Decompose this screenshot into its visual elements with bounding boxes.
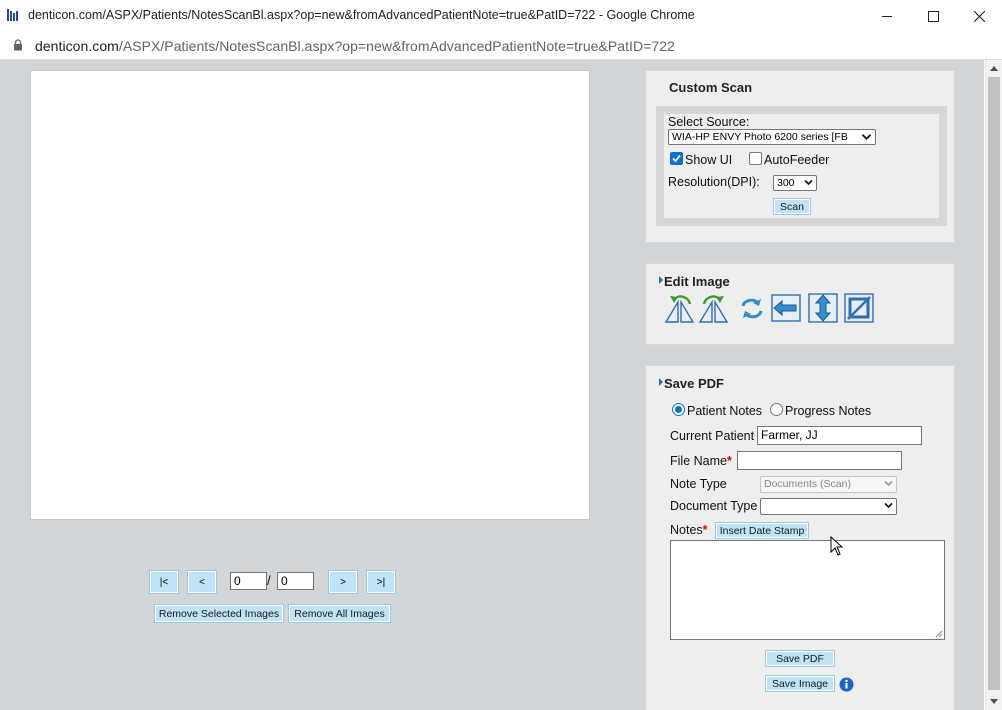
checkmark-icon (672, 154, 681, 163)
notes-label-text: Notes (670, 523, 703, 537)
current-patient-field[interactable]: Farmer, JJ (757, 426, 922, 445)
notes-textarea[interactable] (670, 540, 945, 640)
required-marker: * (702, 523, 708, 537)
scan-settings-box: Select Source: WIA-HP ENVY Photo 6200 se… (656, 106, 947, 226)
previous-page-button[interactable]: < (187, 570, 217, 594)
show-ui-label: Show UI (685, 153, 733, 167)
file-name-label-text: File Name (670, 454, 727, 468)
resize-grip-icon (935, 630, 943, 638)
maximize-button[interactable] (910, 0, 956, 32)
current-page-input[interactable]: 0 (230, 572, 267, 590)
chevron-down-icon (861, 133, 872, 141)
source-select-value: WIA-HP ENVY Photo 6200 series [FB (672, 131, 848, 143)
insert-date-stamp-button[interactable]: Insert Date Stamp (715, 522, 809, 539)
vertical-scrollbar[interactable] (985, 60, 1002, 710)
window-titlebar: denticon.com/ASPX/Patients/NotesScanBl.a… (0, 0, 1002, 32)
current-patient-label: Current Patient (670, 429, 755, 443)
rotate-left-icon[interactable] (664, 292, 696, 324)
progress-notes-radio[interactable] (770, 403, 783, 416)
next-page-button[interactable]: > (328, 570, 358, 594)
edit-image-title: Edit Image (664, 274, 730, 289)
resolution-select-value: 300 (777, 177, 795, 189)
first-page-button[interactable]: |< (149, 570, 179, 594)
custom-scan-panel: Custom Scan Select Source: WIA-HP ENVY P… (645, 70, 955, 243)
chevron-down-icon (884, 480, 893, 487)
notes-label: Notes* (670, 523, 708, 537)
last-page-button[interactable]: >| (366, 570, 396, 594)
select-source-label: Select Source: (668, 115, 750, 129)
expand-arrow-icon (659, 276, 663, 284)
document-type-label: Document Type (670, 499, 758, 513)
flip-vertical-icon[interactable] (807, 292, 839, 324)
rotate-180-icon[interactable] (736, 292, 768, 324)
note-type-value: Documents (Scan) (764, 478, 851, 490)
total-pages-field: 0 (277, 572, 314, 590)
note-type-select: Documents (Scan) (760, 476, 897, 493)
save-pdf-title: Save PDF (664, 376, 724, 391)
scroll-up-arrow-icon[interactable] (990, 66, 998, 71)
resolution-select[interactable]: 300 (773, 175, 817, 191)
url-path: /ASPX/Patients/NotesScanBl.aspx?op=new&f… (118, 38, 675, 54)
remove-all-images-button[interactable]: Remove All Images (288, 604, 391, 623)
progress-notes-label: Progress Notes (785, 404, 872, 418)
scan-preview-area[interactable] (30, 70, 590, 520)
scrollbar-thumb[interactable] (988, 77, 1000, 690)
url-host: denticon.com (35, 38, 119, 54)
window-title: denticon.com/ASPX/Patients/NotesScanBl.a… (28, 8, 695, 22)
address-bar[interactable]: denticon.com/ASPX/Patients/NotesScanBl.a… (0, 32, 1002, 60)
lock-icon (14, 39, 22, 51)
autofeeder-checkbox[interactable] (749, 152, 762, 165)
document-type-select[interactable] (760, 498, 897, 515)
flip-horizontal-icon[interactable] (770, 292, 802, 324)
required-marker: * (726, 454, 732, 468)
rotate-right-icon[interactable] (698, 292, 730, 324)
chevron-down-icon (884, 502, 893, 509)
autofeeder-label: AutoFeeder (764, 153, 830, 167)
note-type-label: Note Type (670, 477, 727, 491)
denticon-logo-icon (7, 9, 18, 21)
close-button[interactable] (956, 0, 1002, 32)
mouse-cursor-icon (830, 536, 844, 556)
scroll-down-arrow-icon[interactable] (990, 699, 998, 704)
save-pdf-button[interactable]: Save PDF (765, 650, 835, 667)
chevron-down-icon (804, 179, 813, 186)
remove-selected-images-button[interactable]: Remove Selected Images (154, 604, 284, 623)
close-icon (973, 10, 985, 22)
show-ui-checkbox[interactable] (670, 152, 683, 165)
expand-arrow-icon (659, 378, 663, 386)
source-select[interactable]: WIA-HP ENVY Photo 6200 series [FB (668, 129, 876, 145)
patient-notes-radio[interactable] (672, 403, 685, 416)
page-separator: / (267, 573, 271, 588)
maximize-icon (927, 10, 939, 22)
scan-settings-inner: Select Source: WIA-HP ENVY Photo 6200 se… (664, 114, 939, 218)
minimize-button[interactable] (864, 0, 910, 32)
scan-button[interactable]: Scan (773, 198, 811, 215)
minimize-icon (882, 16, 892, 17)
resolution-label: Resolution(DPI): (668, 175, 760, 189)
save-image-button[interactable]: Save Image (765, 675, 835, 692)
page-content: |< < 0 / 0 > >| Remove Selected Images R… (0, 60, 984, 710)
info-icon[interactable] (839, 677, 854, 692)
custom-scan-title: Custom Scan (669, 80, 753, 95)
file-name-field[interactable] (737, 451, 902, 470)
save-pdf-panel: Save PDF Patient Notes Progress Notes Cu… (645, 365, 955, 710)
patient-notes-label: Patient Notes (687, 404, 763, 418)
file-name-label: File Name* (670, 454, 732, 468)
url-text[interactable]: denticon.com/ASPX/Patients/NotesScanBl.a… (35, 38, 675, 54)
crop-icon[interactable] (843, 292, 875, 324)
